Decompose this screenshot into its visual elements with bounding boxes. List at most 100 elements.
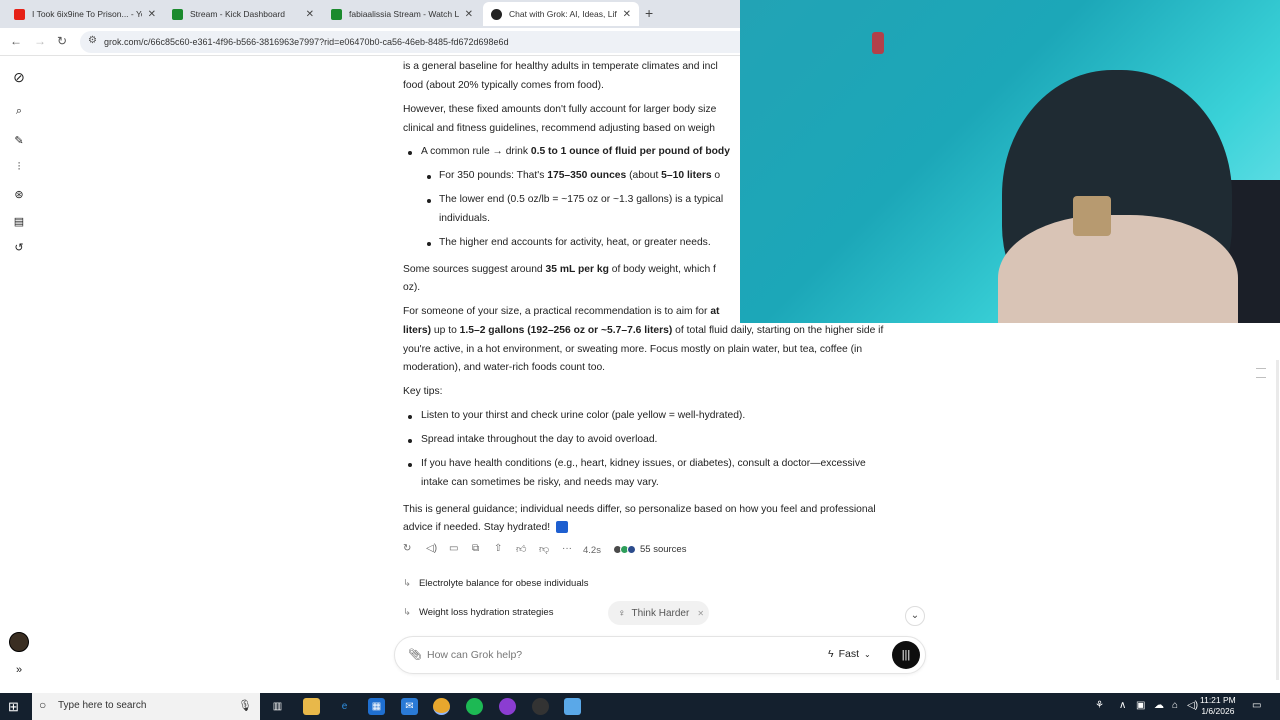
tab-label: I Took 6ix9ine To Prison... - YouT [32, 9, 142, 19]
tab-label: Stream - Kick Dashboard [190, 9, 285, 19]
bullet-icon [427, 242, 431, 246]
avatar[interactable] [9, 632, 29, 652]
list-item: intake can sometimes be risky, and needs… [421, 477, 659, 488]
list-item-text: A common rule → drink [421, 146, 531, 157]
reply-icon[interactable]: ▭ [449, 543, 458, 554]
windows-start-icon[interactable]: ⊞ [8, 699, 19, 715]
close-icon[interactable]: ✕ [148, 9, 156, 20]
more-icon[interactable]: ··· [562, 543, 572, 554]
list-item: Listen to your thirst and check urine co… [421, 410, 746, 421]
message-text: you're active, in a hot environment, or … [403, 344, 863, 355]
expand-sidebar-icon[interactable]: » [11, 664, 27, 676]
voice-icon[interactable]: ⫶ [11, 161, 27, 174]
system-clock[interactable]: 11:21 PM 1/6/2026 [1200, 695, 1236, 717]
text-bold: liters) [403, 325, 432, 336]
chrome-icon[interactable] [433, 698, 450, 715]
site-info-icon[interactable]: ⚙ [88, 35, 97, 46]
source-favicon-icon [627, 545, 636, 554]
webcam-overlay [740, 0, 1280, 323]
reload-icon[interactable]: ↻ [57, 34, 67, 48]
tab-kick-stream[interactable]: fabiaalissia Stream - Watch Live ✕ [323, 2, 481, 26]
microphone-icon[interactable]: 🎙︎ [238, 699, 252, 712]
task-view-icon[interactable]: ▥ [269, 698, 286, 715]
close-icon[interactable]: ✕ [306, 9, 314, 20]
file-explorer-icon[interactable] [303, 698, 320, 715]
waveform-icon: ||| [901, 649, 911, 661]
copy-icon[interactable]: ⧉ [472, 543, 479, 554]
tab-youtube[interactable]: I Took 6ix9ine To Prison... - YouT ✕ [6, 2, 164, 26]
tab-label: fabiaalissia Stream - Watch Live [349, 9, 459, 19]
followup-suggestion[interactable]: ↳ Electrolyte balance for obese individua… [403, 578, 588, 589]
edge-icon[interactable]: e [336, 698, 353, 715]
scroll-marker[interactable] [1256, 368, 1266, 369]
bullet-icon [408, 439, 412, 443]
imagine-icon[interactable]: ⊛ [11, 188, 27, 201]
scroll-down-button[interactable]: ⌄ [905, 606, 925, 626]
text-span: Some sources suggest around [403, 264, 546, 275]
text-bold: at [710, 306, 720, 317]
attach-icon[interactable]: 📎︎ [408, 648, 422, 661]
think-harder-chip[interactable]: ♀ Think Harder ✕ [608, 601, 709, 625]
scrollbar[interactable] [1276, 360, 1279, 680]
text-bold: 35 mL per kg [545, 264, 609, 275]
spotify-icon[interactable] [466, 698, 483, 715]
grok-sidebar: ⊘ ⌕ ✎ ⫶ ⊛ ▤ ↺ » [0, 57, 37, 693]
lightbulb-icon: ♀ [618, 607, 626, 619]
bullet-icon [408, 463, 412, 467]
message-text: Key tips: [403, 386, 443, 397]
tray-app-icon[interactable]: ▣ [1136, 700, 1145, 711]
notepad-icon[interactable] [564, 698, 581, 715]
thumbs-down-icon[interactable]: 👎︎ [539, 543, 549, 555]
new-tab-button[interactable]: + [645, 5, 653, 21]
text-bold: 1.5–2 gallons (192–256 oz or ~5.7–7.6 li… [459, 325, 673, 336]
edit-icon[interactable]: ✎ [11, 134, 27, 147]
chevron-up-icon[interactable]: ∧ [1119, 700, 1126, 711]
store-icon[interactable]: ▦ [368, 698, 385, 715]
search-icon[interactable]: ⌕ [11, 105, 27, 118]
text-span: of total fluid daily, starting on the hi… [672, 325, 884, 336]
close-icon[interactable]: ✕ [465, 9, 473, 20]
people-icon[interactable]: ⚘ [1095, 700, 1104, 711]
followup-suggestion[interactable]: ↳ Weight loss hydration strategies [403, 607, 553, 618]
tab-grok[interactable]: Chat with Grok: AI, Ideas, Life - ✕ [483, 2, 639, 26]
model-mode-dropdown[interactable]: ϟ Fast ⌄ [828, 648, 871, 660]
read-aloud-icon[interactable]: ◁) [426, 543, 437, 554]
url-text[interactable]: grok.com/c/66c85c60-e361-4f96-b566-38169… [104, 37, 509, 47]
grok-logo-icon[interactable]: ⊘ [11, 69, 27, 86]
taskbar-search-placeholder: Type here to search [58, 700, 147, 711]
scroll-marker[interactable] [1256, 377, 1266, 378]
onedrive-icon[interactable]: ☁ [1154, 700, 1164, 711]
list-item-text: (about [626, 170, 662, 181]
chevron-down-icon: ⌄ [863, 649, 871, 659]
close-icon[interactable]: ✕ [623, 9, 631, 20]
tab-kick-dashboard[interactable]: Stream - Kick Dashboard ✕ [164, 2, 322, 26]
discord-icon[interactable] [499, 698, 516, 715]
voice-mode-button[interactable]: ||| [892, 641, 920, 669]
windows-taskbar: ⊞ ○ Type here to search 🎙︎ ▥ e ▦ ✉ ⚘ ∧ ▣… [0, 693, 1280, 720]
bullet-icon [408, 151, 412, 155]
search-icon: ○ [39, 698, 47, 712]
share-icon[interactable]: ⇧ [494, 543, 502, 554]
network-icon[interactable]: ⌂ [1172, 700, 1178, 711]
lightning-icon: ϟ [828, 648, 834, 660]
volume-icon[interactable]: ◁) [1187, 700, 1198, 711]
notifications-icon[interactable]: ▭ [1252, 700, 1261, 711]
history-icon[interactable]: ↺ [11, 241, 27, 254]
regenerate-icon[interactable]: ↻ [403, 543, 411, 554]
followup-label: Weight loss hydration strategies [418, 607, 554, 618]
back-icon[interactable]: ← [10, 34, 22, 48]
text-span: of body weight, which f [608, 264, 716, 275]
water-emoji-icon [556, 521, 568, 534]
close-icon[interactable]: ✕ [697, 609, 704, 618]
clock-date: 1/6/2026 [1201, 706, 1235, 716]
forward-icon[interactable]: → [34, 34, 46, 48]
thumbs-up-icon[interactable]: 👍︎ [516, 543, 526, 555]
taskbar-search[interactable]: ○ Type here to search 🎙︎ [32, 693, 260, 720]
obs-icon[interactable] [532, 698, 549, 715]
mail-icon[interactable]: ✉ [401, 698, 418, 715]
projects-icon[interactable]: ▤ [11, 215, 27, 228]
text-span: up to [431, 325, 460, 336]
prompt-input[interactable] [427, 646, 807, 664]
composer: 📎︎ ϟ Fast ⌄ ||| [394, 636, 926, 674]
sources-button[interactable]: 55 sources [613, 544, 686, 555]
